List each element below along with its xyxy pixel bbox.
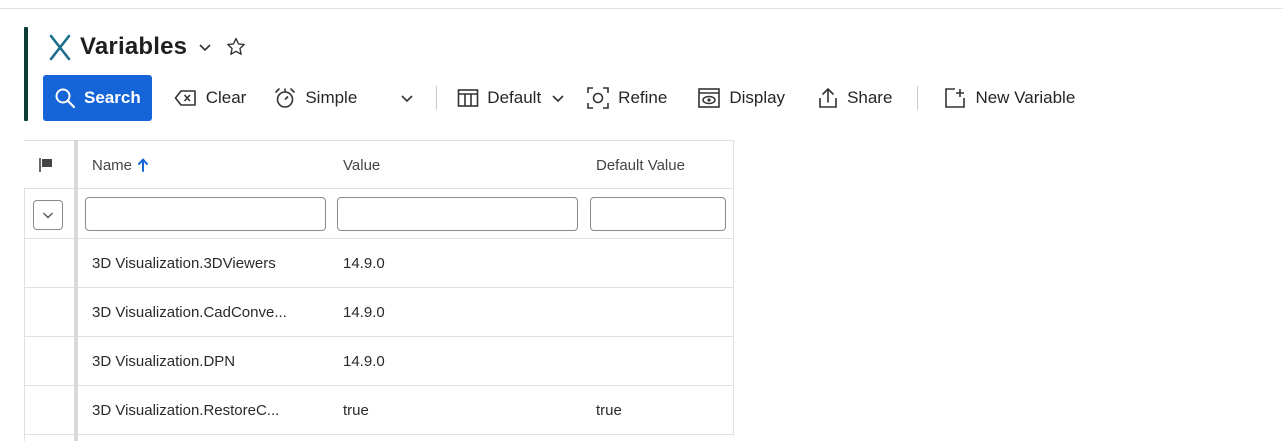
- page-accent-bar: [24, 27, 28, 121]
- page-title: Variables: [80, 33, 188, 60]
- chevron-down-icon[interactable]: [399, 90, 415, 106]
- simple-button-label: Simple: [305, 88, 358, 107]
- default-button-label: Default: [487, 88, 542, 107]
- flag-icon: [39, 158, 52, 172]
- page-header: Variables: [48, 30, 247, 64]
- new-variable-button-label: New Variable: [975, 88, 1076, 107]
- share-icon: [819, 88, 837, 108]
- column-header-default-value[interactable]: Default Value: [596, 141, 685, 189]
- column-header-name-label: Name: [92, 156, 133, 174]
- top-divider: [0, 8, 1283, 9]
- simple-search-button[interactable]: Simple: [273, 86, 357, 110]
- default-view-button[interactable]: Default: [457, 88, 566, 108]
- toolbar-separator: [436, 86, 438, 110]
- chevron-down-icon[interactable]: [197, 39, 213, 55]
- chevron-down-icon: [552, 95, 564, 103]
- new-variable-button[interactable]: New Variable: [943, 86, 1075, 110]
- cell-name: 3D Visualization.CadConve...: [92, 303, 287, 321]
- cell-default-value: true: [596, 401, 622, 419]
- cell-value: 14.9.0: [343, 254, 385, 272]
- timer-icon: [275, 88, 296, 108]
- clear-button-label: Clear: [205, 88, 247, 107]
- chevron-down-icon: [43, 212, 53, 219]
- favorite-star-icon[interactable]: [225, 36, 247, 58]
- table-row[interactable]: 3D Visualization.3DViewers 14.9.0: [24, 239, 734, 288]
- refine-button[interactable]: Refine: [586, 86, 667, 110]
- flag-column-divider: [74, 140, 78, 441]
- display-icon: [698, 88, 721, 108]
- refine-icon: [587, 87, 609, 109]
- table-header: Name Value Default Value: [24, 140, 734, 189]
- flag-column-header[interactable]: [37, 141, 55, 189]
- sort-ascending-icon: [138, 158, 149, 172]
- toolbar: Search Clear Simple Default Refine Displ…: [43, 75, 1075, 121]
- table-row[interactable]: 3D Visualization.CadConve... 14.9.0: [24, 288, 734, 337]
- search-icon: [55, 88, 76, 109]
- cell-value: 14.9.0: [343, 303, 385, 321]
- table-row[interactable]: 3D Visualization.RestoreC... true true: [24, 386, 734, 435]
- display-button[interactable]: Display: [697, 87, 785, 109]
- default-value-filter-input[interactable]: [590, 197, 726, 231]
- backspace-clear-icon: [174, 90, 196, 106]
- grid-right-border: [733, 140, 734, 436]
- share-button[interactable]: Share: [817, 86, 892, 110]
- cell-name: 3D Visualization.3DViewers: [92, 254, 276, 272]
- columns-icon: [457, 89, 479, 107]
- cell-name: 3D Visualization.DPN: [92, 352, 236, 370]
- cell-value: 14.9.0: [343, 352, 385, 370]
- add-icon: [945, 88, 966, 108]
- column-header-default-value-label: Default Value: [596, 156, 685, 174]
- value-filter-input[interactable]: [337, 197, 578, 231]
- cell-value: true: [343, 401, 369, 419]
- column-header-value[interactable]: Value: [343, 141, 380, 189]
- expand-filters-button[interactable]: [33, 200, 63, 230]
- search-button-label: Search: [84, 88, 141, 107]
- column-header-name[interactable]: Name: [92, 141, 149, 189]
- name-filter-input[interactable]: [85, 197, 326, 231]
- clear-button[interactable]: Clear: [174, 88, 247, 108]
- toolbar-separator: [917, 86, 919, 110]
- variable-x-icon: [49, 34, 71, 61]
- share-button-label: Share: [847, 88, 893, 107]
- cell-name: 3D Visualization.RestoreC...: [92, 401, 280, 419]
- table-row[interactable]: 3D Visualization.DPN 14.9.0: [24, 337, 734, 386]
- display-button-label: Display: [729, 88, 786, 107]
- search-button[interactable]: Search: [43, 75, 152, 121]
- column-header-value-label: Value: [343, 156, 381, 174]
- filter-row: [24, 189, 734, 239]
- refine-button-label: Refine: [618, 88, 668, 107]
